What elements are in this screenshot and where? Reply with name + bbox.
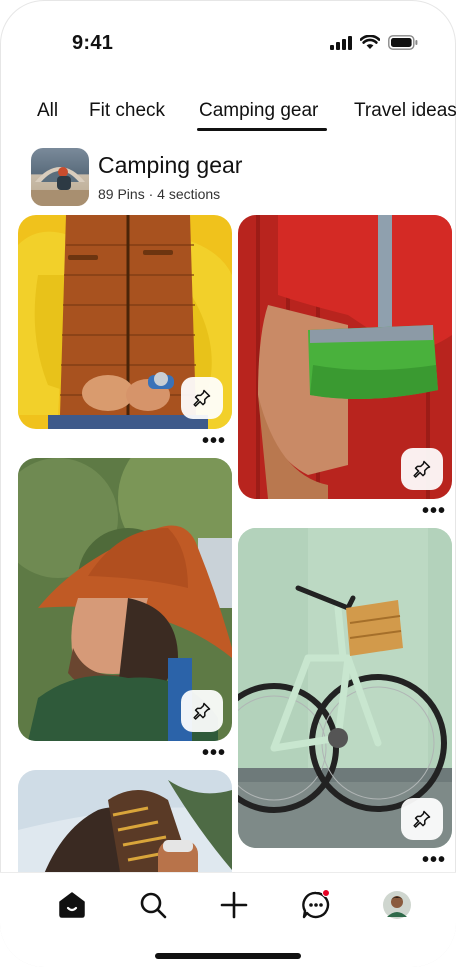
- board-header: Camping gear 89 Pins · 4 sections: [31, 148, 431, 208]
- pin-icon: [413, 810, 431, 828]
- tab-camping-gear[interactable]: Camping gear: [199, 100, 318, 122]
- bottom-navigation: [0, 872, 456, 967]
- status-icons: [330, 35, 418, 50]
- save-pin-button[interactable]: [401, 798, 443, 840]
- pin-icon: [193, 702, 211, 720]
- nav-create[interactable]: [214, 885, 254, 925]
- pin-more-button[interactable]: •••: [202, 743, 226, 763]
- pin-mint-bicycle[interactable]: [238, 528, 452, 848]
- active-tab-indicator: [197, 128, 327, 131]
- signal-icon: [330, 35, 352, 50]
- pin-puffer-vest[interactable]: [18, 215, 232, 429]
- pin-orange-hat[interactable]: [18, 458, 232, 741]
- save-pin-button[interactable]: [181, 690, 223, 732]
- nav-messages[interactable]: [296, 885, 336, 925]
- status-bar: 9:41: [0, 0, 456, 80]
- phone-screen: 9:41 All Fit check Camping gear Travel i…: [0, 0, 456, 967]
- search-icon: [140, 892, 167, 919]
- pin-more-button[interactable]: •••: [202, 431, 226, 451]
- wifi-icon: [360, 35, 380, 49]
- tab-travel-ideas[interactable]: Travel ideas: [354, 100, 456, 122]
- pin-icon: [193, 389, 211, 407]
- nav-profile[interactable]: [377, 885, 417, 925]
- save-pin-button[interactable]: [401, 448, 443, 490]
- save-pin-button[interactable]: [181, 377, 223, 419]
- pin-more-button[interactable]: •••: [422, 501, 446, 521]
- nav-search[interactable]: [133, 885, 173, 925]
- board-section-tabs: All Fit check Camping gear Travel ideas: [0, 96, 456, 136]
- avatar: [383, 891, 411, 919]
- board-meta: 89 Pins · 4 sections: [98, 186, 221, 202]
- home-icon: [59, 892, 85, 918]
- board-title: Camping gear: [98, 152, 243, 178]
- tab-all[interactable]: All: [37, 100, 58, 122]
- home-indicator[interactable]: [155, 953, 301, 959]
- pin-icon: [413, 460, 431, 478]
- pin-more-button[interactable]: •••: [422, 850, 446, 870]
- plus-icon: [220, 891, 248, 919]
- nav-home[interactable]: [52, 885, 92, 925]
- status-time: 9:41: [72, 32, 114, 54]
- pin-green-lunch-bag[interactable]: [238, 215, 452, 499]
- notification-dot: [322, 889, 330, 897]
- battery-icon: [388, 35, 418, 50]
- tab-fit-check[interactable]: Fit check: [89, 100, 165, 122]
- board-thumbnail[interactable]: [31, 148, 89, 206]
